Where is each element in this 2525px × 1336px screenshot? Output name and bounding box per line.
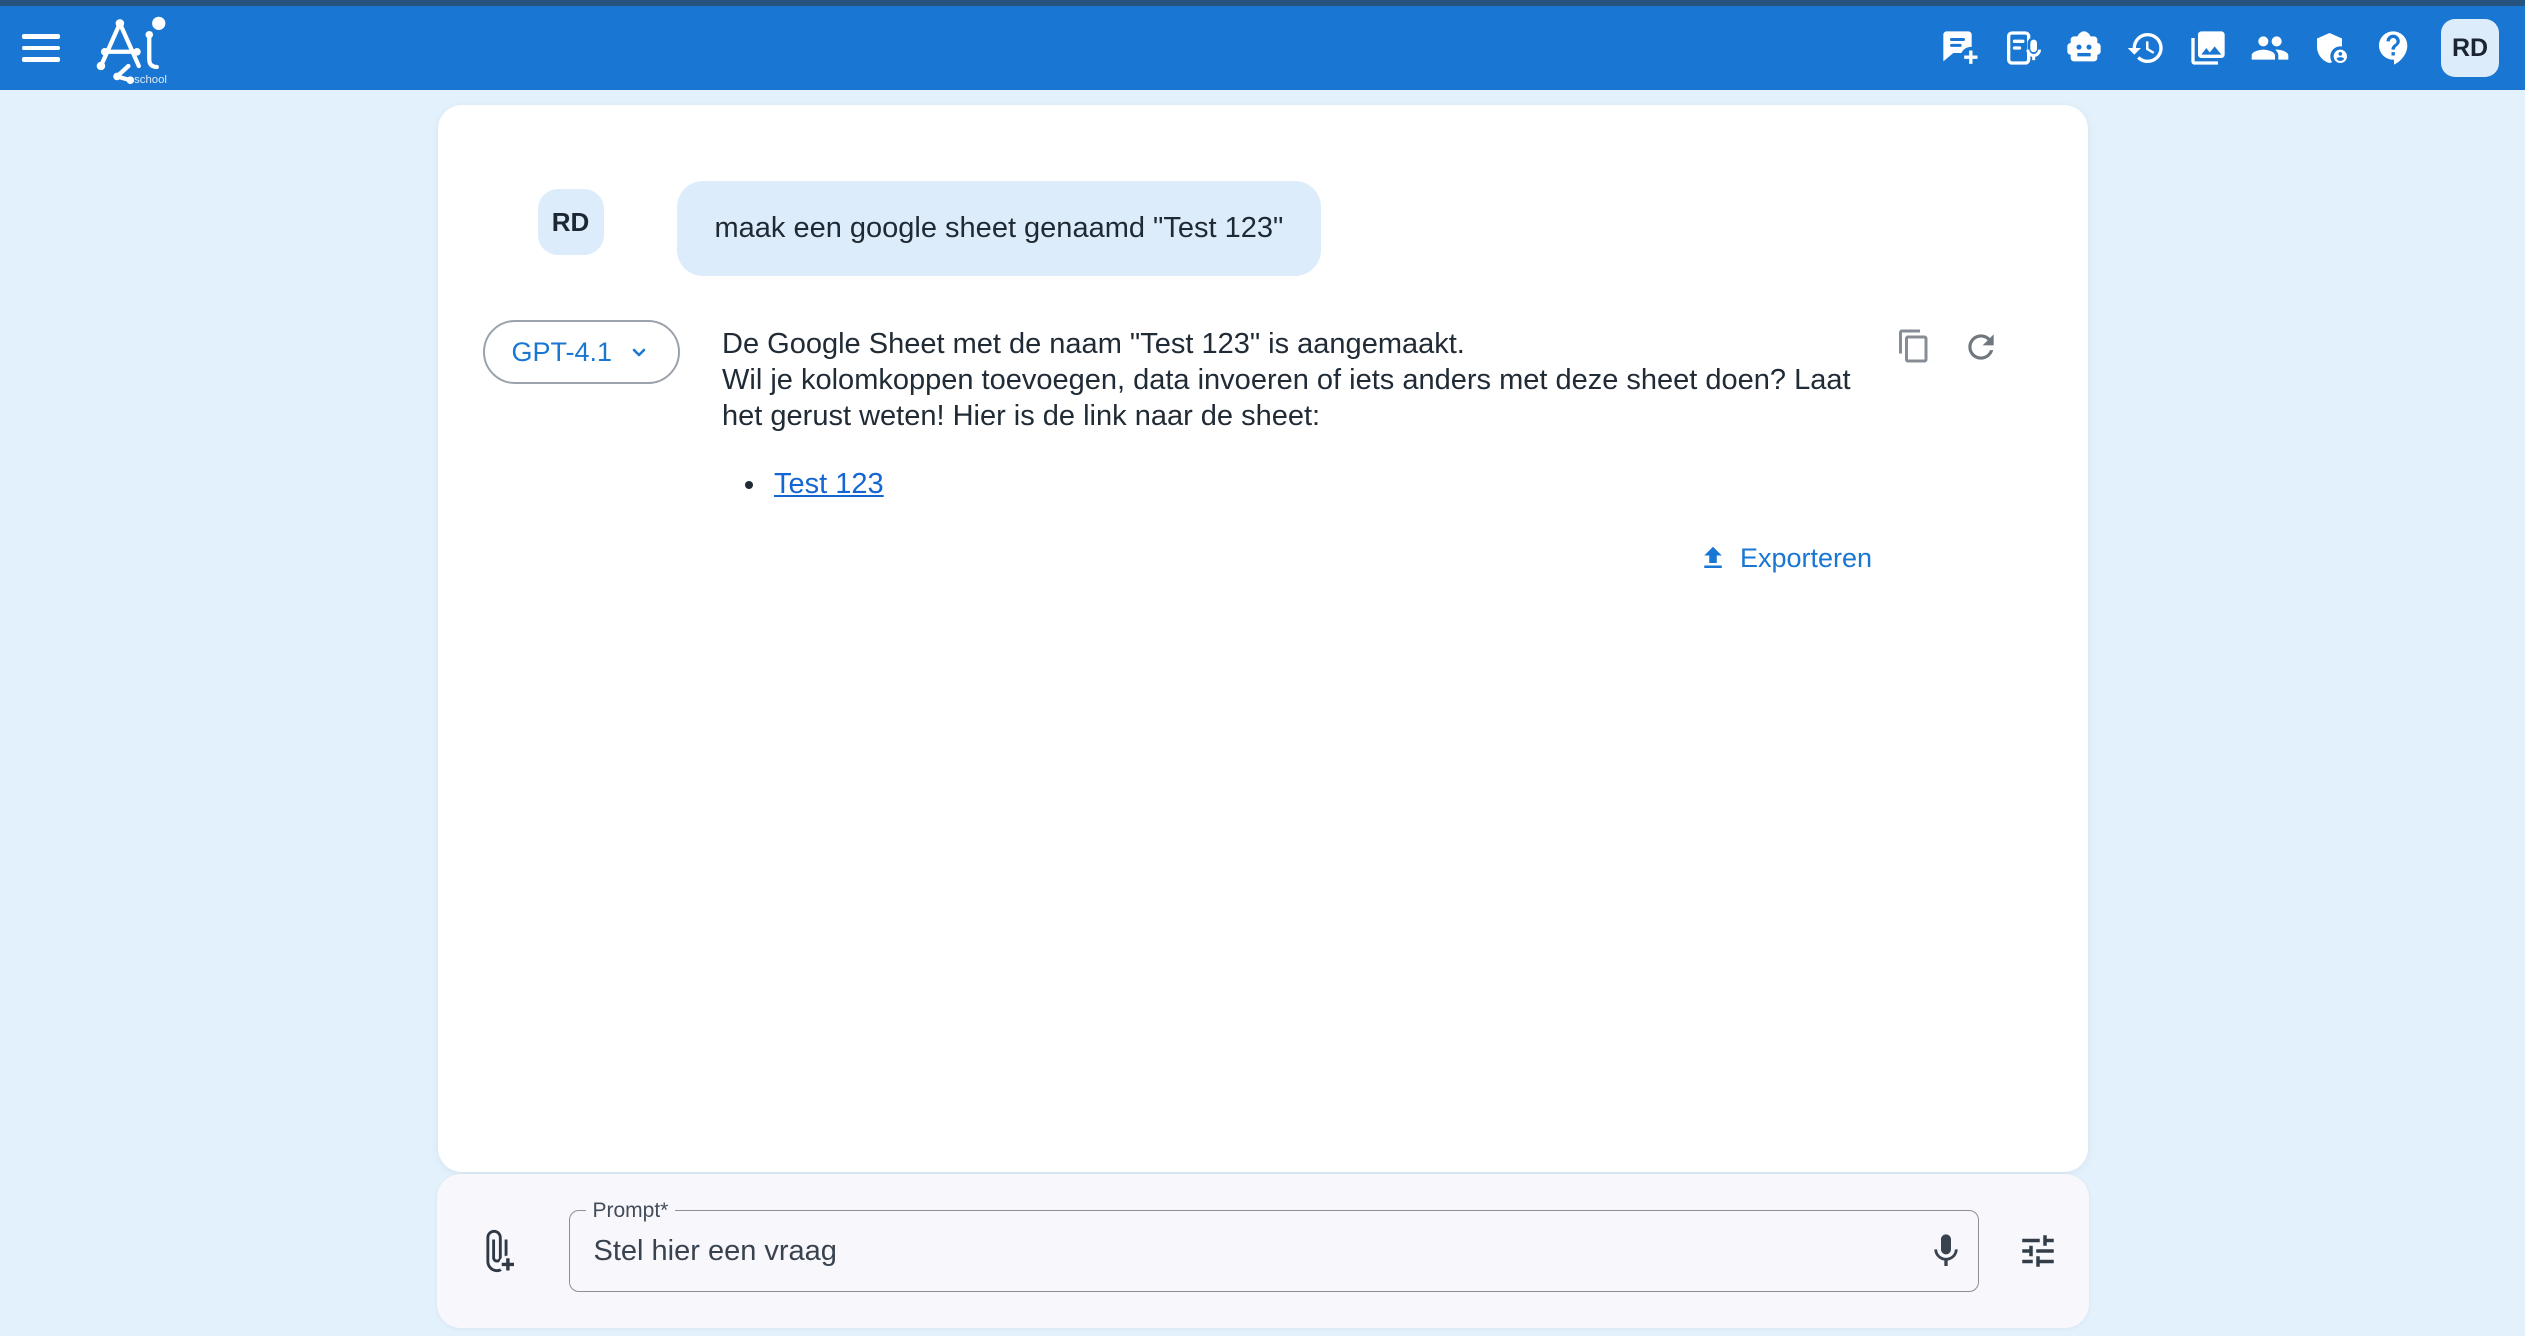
settings-tune-button[interactable]	[2017, 1230, 2059, 1272]
prompt-field: Prompt*	[569, 1210, 1979, 1292]
main-area: RD maak een google sheet genaamd "Test 1…	[0, 90, 2525, 1336]
app-logo[interactable]: school	[88, 12, 184, 84]
admin-shield-icon	[2312, 28, 2352, 68]
prompt-input[interactable]	[570, 1211, 1978, 1291]
assistant-link-list: Test 123	[730, 466, 1872, 502]
logo-subtext: school	[134, 74, 167, 84]
bot-button[interactable]	[2057, 21, 2111, 75]
prompt-bar: Prompt*	[437, 1174, 2089, 1328]
attach-file-button[interactable]	[473, 1228, 519, 1274]
users-icon	[2250, 28, 2290, 68]
assistant-paragraph: Wil je kolomkoppen toevoegen, data invoe…	[722, 362, 1872, 434]
sheet-link[interactable]: Test 123	[774, 468, 884, 500]
chat-card: RD maak een google sheet genaamd "Test 1…	[438, 105, 2088, 1172]
export-label: Exporteren	[1740, 540, 1872, 576]
assistant-paragraph: De Google Sheet met de naam "Test 123" i…	[722, 326, 1872, 362]
logo-ai-icon: school	[88, 12, 184, 84]
app-header: school	[0, 6, 2525, 90]
refresh-icon	[1962, 328, 2000, 366]
assistant-message-row: GPT-4.1 De Google Sheet met de naam "Tes…	[483, 320, 2000, 576]
user-message-row: RD maak een google sheet genaamd "Test 1…	[538, 181, 2000, 276]
mic-icon	[1926, 1231, 1966, 1271]
users-button[interactable]	[2243, 21, 2297, 75]
copy-icon	[1896, 328, 1932, 364]
upload-icon	[1698, 543, 1728, 573]
chevron-down-icon	[627, 340, 651, 364]
help-icon	[2374, 28, 2414, 68]
media-library-icon	[2188, 28, 2228, 68]
media-library-button[interactable]	[2181, 21, 2235, 75]
help-button[interactable]	[2367, 21, 2421, 75]
attach-plus-icon	[473, 1228, 519, 1274]
menu-icon[interactable]	[22, 25, 74, 71]
new-chat-icon	[1940, 28, 1980, 68]
document-mic-icon	[2002, 28, 2042, 68]
prompt-field-label: Prompt*	[586, 1198, 676, 1223]
history-button[interactable]	[2119, 21, 2173, 75]
bot-icon	[2064, 28, 2104, 68]
admin-shield-button[interactable]	[2305, 21, 2359, 75]
tune-icon	[2017, 1230, 2059, 1272]
new-chat-button[interactable]	[1933, 21, 1987, 75]
assistant-actions	[1896, 320, 2000, 371]
model-label: GPT-4.1	[512, 337, 613, 368]
copy-button[interactable]	[1896, 328, 1932, 371]
assistant-message-content: De Google Sheet met de naam "Test 123" i…	[722, 320, 1872, 576]
export-button[interactable]: Exporteren	[1698, 540, 1872, 576]
regenerate-button[interactable]	[1962, 328, 2000, 371]
voice-document-button[interactable]	[1995, 21, 2049, 75]
mic-button[interactable]	[1926, 1231, 1966, 1271]
model-selector[interactable]: GPT-4.1	[483, 320, 681, 384]
history-icon	[2126, 28, 2166, 68]
user-message-avatar: RD	[538, 189, 604, 255]
user-message-bubble: maak een google sheet genaamd "Test 123"	[677, 181, 1322, 276]
list-item: Test 123	[768, 466, 1872, 502]
user-avatar-button[interactable]: RD	[2441, 19, 2499, 77]
export-row: Exporteren	[722, 540, 1872, 576]
